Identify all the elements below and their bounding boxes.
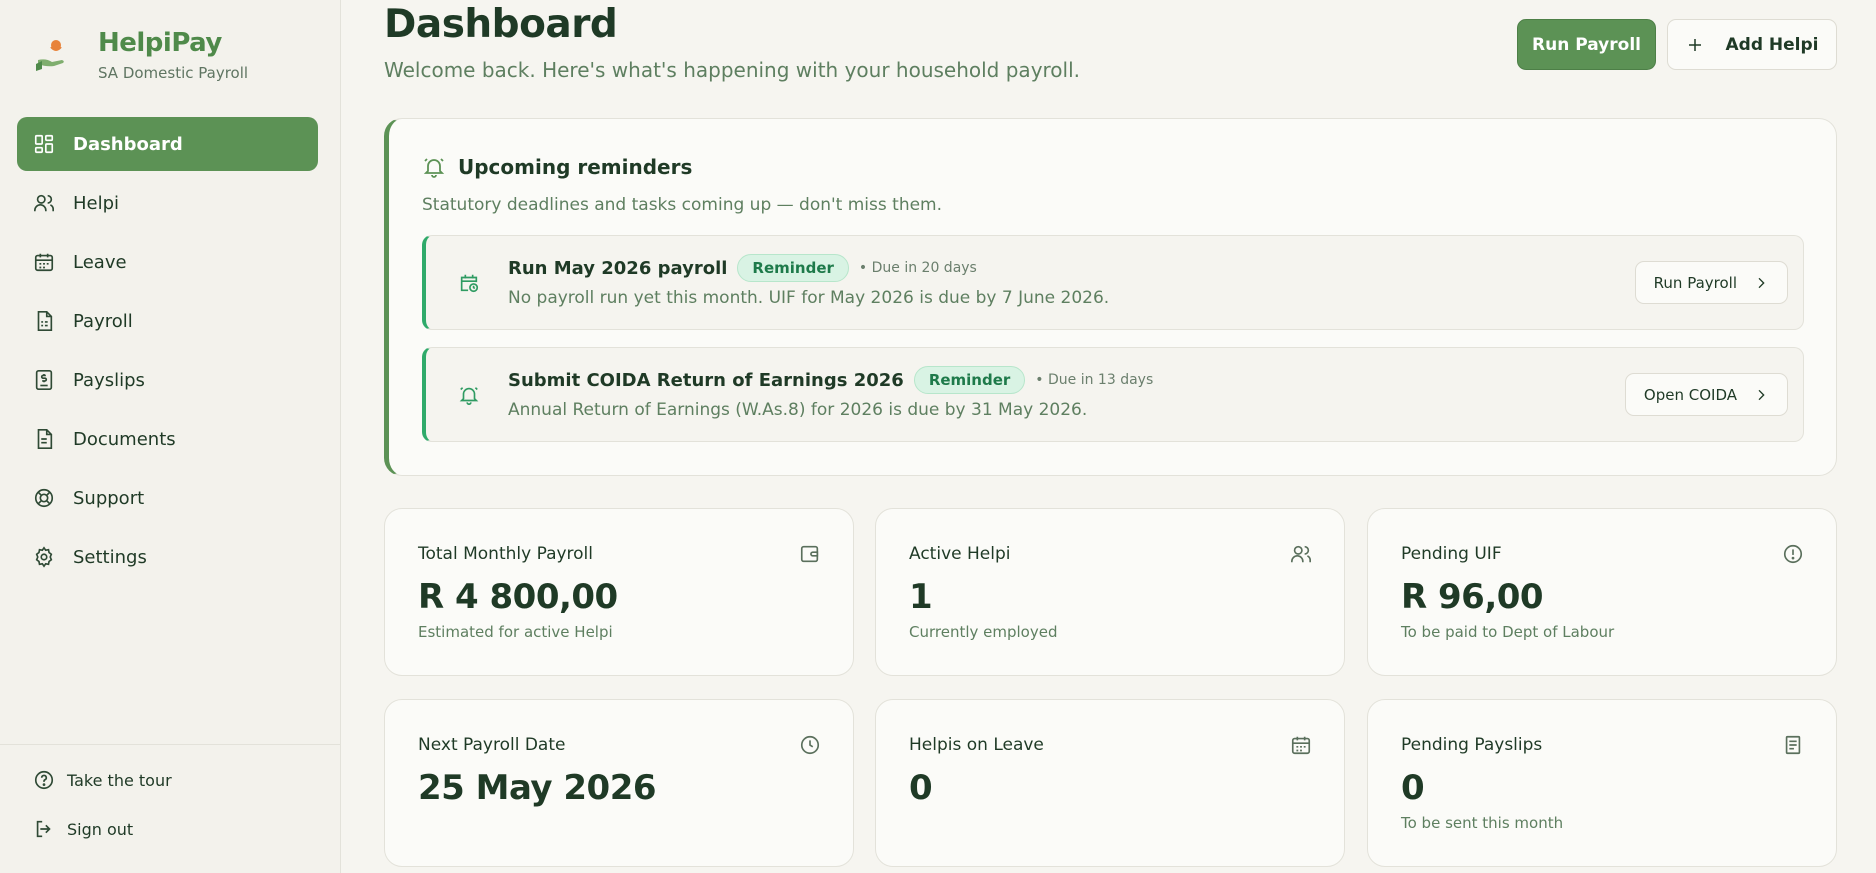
stat-sub: To be paid to Dept of Labour xyxy=(1401,623,1615,641)
stat-sub: Estimated for active Helpi xyxy=(418,623,613,641)
clock-icon xyxy=(799,734,821,756)
sidebar-item-label: Settings xyxy=(73,546,147,568)
stat-label: Next Payroll Date xyxy=(418,735,566,755)
sidebar-item-settings[interactable]: Settings xyxy=(17,530,318,584)
alert-circle-icon xyxy=(1782,543,1804,565)
reminder-due: • Due in 13 days xyxy=(1035,372,1154,388)
users-icon xyxy=(1290,543,1312,565)
page-subtitle: Welcome back. Here's what's happening wi… xyxy=(384,58,1081,82)
reminder-title: Run May 2026 payroll xyxy=(508,257,728,279)
gear-icon xyxy=(33,546,55,568)
stat-label: Pending UIF xyxy=(1401,544,1502,564)
take-tour-link[interactable]: Take the tour xyxy=(0,767,340,793)
chevron-right-icon xyxy=(1753,387,1769,403)
sidebar-footer: Take the tour Sign out xyxy=(0,744,340,865)
chevron-right-icon xyxy=(1753,275,1769,291)
reminder-run-payroll-button[interactable]: Run Payroll xyxy=(1634,261,1788,304)
reminder-badge: Reminder xyxy=(913,366,1026,394)
stat-value: 1 xyxy=(909,577,933,617)
brand-subtitle: SA Domestic Payroll xyxy=(98,64,249,82)
calendar-clock-icon xyxy=(458,272,480,294)
stat-value: R 4 800,00 xyxy=(418,577,618,617)
stat-value: 0 xyxy=(1401,768,1425,808)
stat-value: 25 May 2026 xyxy=(418,768,657,808)
reminders-title: Upcoming reminders xyxy=(458,155,693,179)
reminder-badge: Reminder xyxy=(737,254,849,282)
reminder-description: Annual Return of Earnings (W.As.8) for 2… xyxy=(508,400,1088,420)
sidebar-item-leave[interactable]: Leave xyxy=(17,235,318,289)
sidebar-item-label: Dashboard xyxy=(73,133,183,155)
sign-out-label: Sign out xyxy=(67,819,134,839)
page-title: Dashboard xyxy=(384,2,618,47)
sign-out-link[interactable]: Sign out xyxy=(0,816,340,842)
stat-card-next-payroll-date: Next Payroll Date 25 May 2026 xyxy=(384,699,854,867)
add-helpi-button[interactable]: Add Helpi xyxy=(1667,19,1837,70)
sidebar-item-support[interactable]: Support xyxy=(17,471,318,525)
reminder-action-label: Run Payroll xyxy=(1653,273,1737,292)
bell-icon xyxy=(458,384,480,406)
stat-value: 0 xyxy=(909,768,933,808)
sidebar-item-label: Payslips xyxy=(73,369,145,391)
reminder-item: Submit COIDA Return of Earnings 2026 Rem… xyxy=(422,347,1804,442)
sidebar-item-payslips[interactable]: Payslips xyxy=(17,353,318,407)
sidebar-item-dashboard[interactable]: Dashboard xyxy=(17,117,318,171)
calendar-icon xyxy=(33,251,55,273)
stat-card-pending-payslips: Pending Payslips 0 To be sent this month xyxy=(1367,699,1837,867)
stat-card-total-monthly-payroll: Total Monthly Payroll R 4 800,00 Estimat… xyxy=(384,508,854,676)
sidebar-item-label: Documents xyxy=(73,428,176,450)
help-circle-icon xyxy=(33,769,55,791)
reminder-item: Run May 2026 payroll Reminder • Due in 2… xyxy=(422,235,1804,330)
sidebar-item-label: Helpi xyxy=(73,192,120,214)
reminders-panel: Upcoming reminders Statutory deadlines a… xyxy=(384,118,1837,476)
run-payroll-button[interactable]: Run Payroll xyxy=(1517,19,1656,70)
sidebar: HelpiPay SA Domestic Payroll Dashboard H… xyxy=(0,0,341,873)
lifebuoy-icon xyxy=(33,487,55,509)
brand-name: HelpiPay xyxy=(98,28,222,58)
stat-sub: To be sent this month xyxy=(1401,814,1564,832)
reminder-title: Submit COIDA Return of Earnings 2026 xyxy=(508,369,904,391)
sidebar-item-label: Support xyxy=(73,487,145,509)
stat-sub: Currently employed xyxy=(909,623,1058,641)
document-icon xyxy=(33,310,55,332)
sign-out-icon xyxy=(33,818,55,840)
reminder-due: • Due in 20 days xyxy=(858,260,977,276)
sidebar-item-label: Payroll xyxy=(73,310,133,332)
plus-icon xyxy=(1686,36,1704,54)
reminder-open-coida-button[interactable]: Open COIDA xyxy=(1624,373,1788,416)
sidebar-item-documents[interactable]: Documents xyxy=(17,412,318,466)
add-helpi-label: Add Helpi xyxy=(1725,34,1819,55)
file-icon xyxy=(33,428,55,450)
bell-icon xyxy=(422,155,446,179)
stat-card-active-helpi: Active Helpi 1 Currently employed xyxy=(875,508,1345,676)
sidebar-item-helpi[interactable]: Helpi xyxy=(17,176,318,230)
sidebar-item-label: Leave xyxy=(73,251,127,273)
stat-label: Helpis on Leave xyxy=(909,735,1044,755)
reminder-title-row: Run May 2026 payroll Reminder • Due in 2… xyxy=(508,254,977,282)
take-tour-label: Take the tour xyxy=(67,770,172,790)
stat-label: Total Monthly Payroll xyxy=(418,544,594,564)
reminder-title-row: Submit COIDA Return of Earnings 2026 Rem… xyxy=(508,366,1153,394)
sidebar-item-payroll[interactable]: Payroll xyxy=(17,294,318,348)
reminder-description: No payroll run yet this month. UIF for M… xyxy=(508,288,1110,308)
clipboard-icon xyxy=(1782,734,1804,756)
stat-value: R 96,00 xyxy=(1401,577,1544,617)
calendar-icon xyxy=(1290,734,1312,756)
payslip-icon xyxy=(33,369,55,391)
stat-label: Active Helpi xyxy=(909,544,1011,564)
brand[interactable]: HelpiPay SA Domestic Payroll xyxy=(34,24,248,82)
sidebar-nav: Dashboard Helpi Leave Payroll Payslips D… xyxy=(17,117,318,589)
reminder-action-label: Open COIDA xyxy=(1643,385,1737,404)
users-icon xyxy=(33,192,55,214)
dashboard-icon xyxy=(33,133,55,155)
helping-hand-logo-icon xyxy=(34,36,74,76)
wallet-icon xyxy=(799,543,821,565)
reminders-subtitle: Statutory deadlines and tasks coming up … xyxy=(422,195,943,215)
stat-card-helpis-on-leave: Helpis on Leave 0 xyxy=(875,699,1345,867)
stat-card-pending-uif: Pending UIF R 96,00 To be paid to Dept o… xyxy=(1367,508,1837,676)
reminders-header: Upcoming reminders xyxy=(422,155,692,179)
stat-label: Pending Payslips xyxy=(1401,735,1543,755)
